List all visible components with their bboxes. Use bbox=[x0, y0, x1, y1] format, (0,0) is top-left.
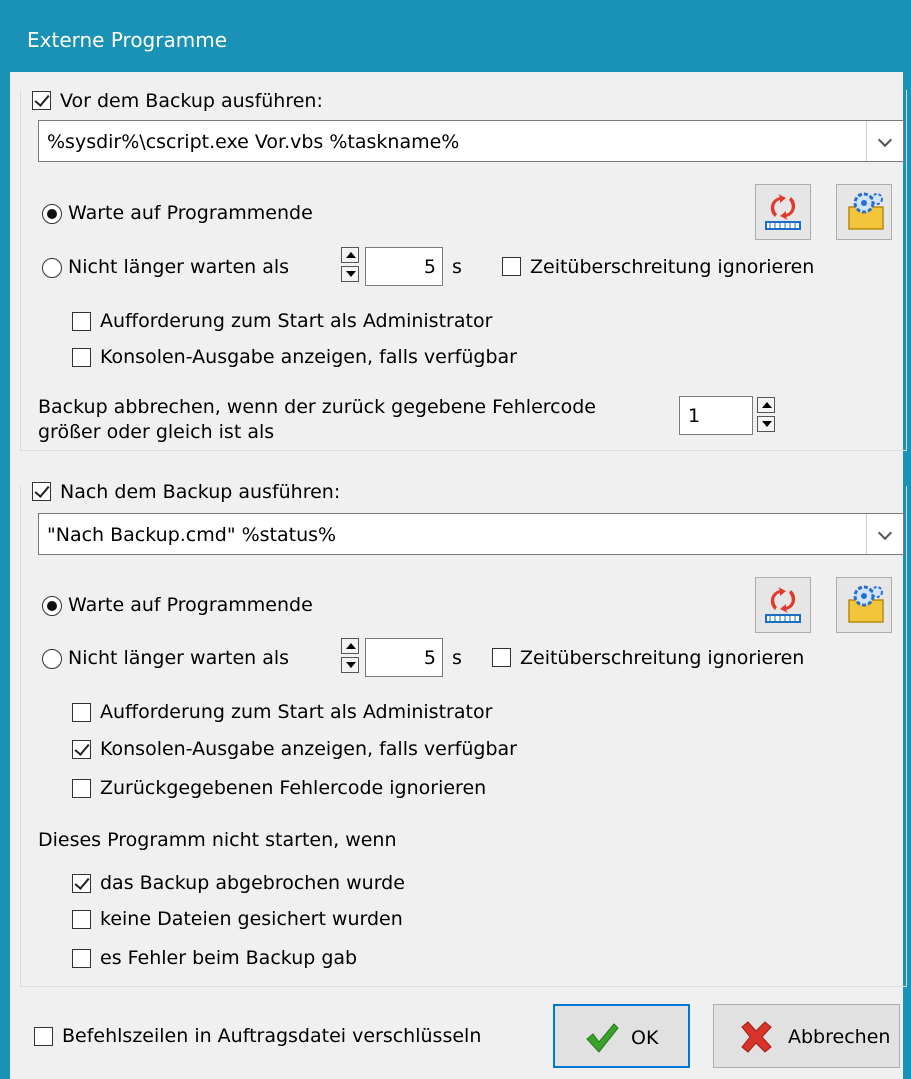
window-frame-left bbox=[0, 72, 10, 1079]
skip-aborted-label: das Backup abgebrochen wurde bbox=[100, 872, 405, 894]
spin-down-icon[interactable] bbox=[757, 416, 775, 432]
before-timeout-spinner[interactable] bbox=[341, 247, 361, 284]
before-timeout-radio[interactable] bbox=[42, 258, 62, 278]
before-timeout-label: Nicht länger warten als bbox=[68, 256, 290, 278]
before-run-test-button[interactable] bbox=[755, 184, 811, 240]
cancel-label: Abbrechen bbox=[788, 1026, 891, 1048]
after-command-text: "Nach Backup.cmd" %status% bbox=[47, 524, 337, 546]
skip-nofiles-checkbox[interactable] bbox=[72, 910, 91, 929]
cancel-button[interactable]: Abbrechen bbox=[713, 1004, 900, 1068]
before-command-combo[interactable]: %sysdir%\cscript.exe Vor.vbs %taskname% bbox=[38, 120, 904, 162]
spin-up-icon[interactable] bbox=[341, 638, 359, 654]
after-console-checkbox[interactable] bbox=[72, 740, 91, 759]
before-enabled-checkbox[interactable] bbox=[32, 91, 51, 110]
after-run-test-button[interactable] bbox=[755, 577, 811, 633]
spin-up-icon[interactable] bbox=[341, 247, 359, 263]
run-test-icon bbox=[765, 587, 801, 623]
spin-up-icon[interactable] bbox=[757, 397, 775, 413]
after-wait-label: Warte auf Programmende bbox=[68, 594, 313, 616]
settings-gear-icon bbox=[848, 192, 884, 230]
run-test-icon bbox=[765, 194, 801, 230]
before-abort-text-1: Backup abbrechen, wenn der zurück gegebe… bbox=[38, 396, 596, 418]
after-admin-label: Aufforderung zum Start als Administrator bbox=[100, 701, 493, 723]
after-timeout-label: Nicht länger warten als bbox=[68, 647, 290, 669]
cancel-x-icon bbox=[741, 1021, 772, 1053]
before-abort-code-value: 1 bbox=[688, 405, 701, 427]
title-bar: Externe Programme bbox=[0, 0, 911, 72]
before-console-checkbox[interactable] bbox=[72, 348, 91, 367]
before-settings-button[interactable] bbox=[836, 184, 892, 240]
skip-aborted-checkbox[interactable] bbox=[72, 874, 91, 893]
after-timeout-radio[interactable] bbox=[42, 649, 62, 669]
spin-down-icon[interactable] bbox=[341, 266, 359, 282]
window-title: Externe Programme bbox=[27, 28, 227, 52]
chevron-down-icon[interactable] bbox=[866, 121, 903, 161]
after-timeout-unit: s bbox=[452, 647, 462, 669]
chevron-down-icon[interactable] bbox=[866, 514, 903, 554]
after-ignore-timeout-label: Zeitüberschreitung ignorieren bbox=[520, 647, 805, 669]
after-ignore-error-label: Zurückgegebenen Fehlercode ignorieren bbox=[100, 777, 487, 799]
after-timeout-spinner[interactable] bbox=[341, 638, 361, 675]
before-enabled-label: Vor dem Backup ausführen: bbox=[60, 90, 323, 112]
before-timeout-input[interactable]: 5 bbox=[365, 247, 443, 286]
ok-button[interactable]: OK bbox=[553, 1004, 690, 1068]
before-wait-radio[interactable] bbox=[42, 204, 62, 224]
skip-nofiles-label: keine Dateien gesichert wurden bbox=[100, 908, 403, 930]
before-admin-label: Aufforderung zum Start als Administrator bbox=[100, 310, 493, 332]
before-timeout-value: 5 bbox=[423, 256, 436, 278]
before-ignore-timeout-checkbox[interactable] bbox=[502, 257, 521, 276]
skip-errors-label: es Fehler beim Backup gab bbox=[100, 947, 358, 969]
before-abort-code-spinner[interactable] bbox=[757, 397, 777, 434]
after-settings-button[interactable] bbox=[836, 577, 892, 633]
before-legend: Vor dem Backup ausführen: bbox=[24, 87, 323, 115]
after-legend: Nach dem Backup ausführen: bbox=[24, 478, 340, 506]
skip-errors-checkbox[interactable] bbox=[72, 949, 91, 968]
ok-check-icon bbox=[586, 1023, 619, 1053]
ok-label: OK bbox=[631, 1027, 659, 1049]
spin-down-icon[interactable] bbox=[341, 657, 359, 673]
after-console-label: Konsolen-Ausgabe anzeigen, falls verfügb… bbox=[100, 738, 517, 760]
before-abort-text-2: größer oder gleich ist als bbox=[38, 421, 275, 443]
after-wait-radio[interactable] bbox=[42, 596, 62, 616]
after-timeout-input[interactable]: 5 bbox=[365, 638, 443, 677]
after-enabled-checkbox[interactable] bbox=[32, 482, 51, 501]
encrypt-label: Befehlszeilen in Auftragsdatei verschlüs… bbox=[62, 1025, 482, 1047]
skip-heading: Dieses Programm nicht starten, wenn bbox=[38, 829, 397, 851]
after-ignore-timeout-checkbox[interactable] bbox=[492, 648, 511, 667]
encrypt-checkbox[interactable] bbox=[34, 1027, 53, 1046]
settings-gear-icon bbox=[848, 585, 884, 623]
before-command-text: %sysdir%\cscript.exe Vor.vbs %taskname% bbox=[47, 131, 460, 153]
before-ignore-timeout-label: Zeitüberschreitung ignorieren bbox=[530, 256, 815, 278]
before-admin-checkbox[interactable] bbox=[72, 312, 91, 331]
after-command-combo[interactable]: "Nach Backup.cmd" %status% bbox=[38, 513, 904, 555]
before-wait-label: Warte auf Programmende bbox=[68, 202, 313, 224]
after-admin-checkbox[interactable] bbox=[72, 703, 91, 722]
after-ignore-error-checkbox[interactable] bbox=[72, 779, 91, 798]
before-console-label: Konsolen-Ausgabe anzeigen, falls verfügb… bbox=[100, 346, 517, 368]
before-abort-code-input[interactable]: 1 bbox=[679, 396, 753, 435]
after-timeout-value: 5 bbox=[423, 647, 436, 669]
after-enabled-label: Nach dem Backup ausführen: bbox=[60, 481, 341, 503]
before-timeout-unit: s bbox=[452, 256, 462, 278]
